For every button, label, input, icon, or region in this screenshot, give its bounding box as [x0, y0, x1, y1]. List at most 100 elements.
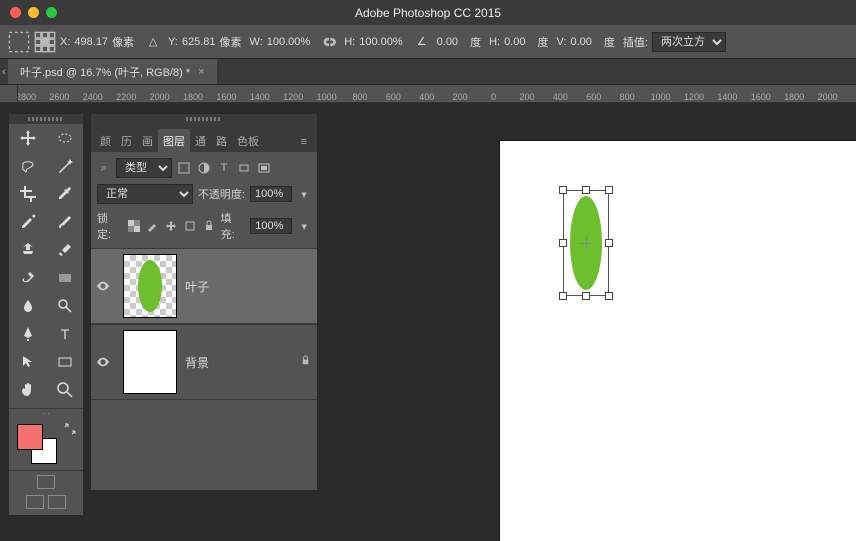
zoom-window-button[interactable]: [46, 7, 57, 18]
magic-wand-tool[interactable]: [46, 152, 83, 180]
handle-top-right[interactable]: [605, 186, 613, 194]
lock-icon[interactable]: [293, 355, 317, 369]
lock-artboard-icon[interactable]: [183, 219, 197, 233]
layer-filter-select[interactable]: 类型: [116, 158, 172, 178]
reference-point-icon[interactable]: [34, 32, 56, 52]
handle-bottom-left[interactable]: [559, 292, 567, 300]
horizontal-ruler[interactable]: 2800260024002200200018001600140012001000…: [0, 85, 856, 103]
angle-value[interactable]: 0.00: [437, 36, 458, 48]
pen-tool[interactable]: [9, 320, 46, 348]
fill-input[interactable]: [250, 218, 292, 234]
type-tool[interactable]: T: [46, 320, 83, 348]
blend-mode-select[interactable]: 正常: [97, 184, 193, 204]
handle-middle-right[interactable]: [605, 239, 613, 247]
eraser-tool[interactable]: [9, 264, 46, 292]
screen-mode-buttons: [9, 495, 83, 515]
panel-tab[interactable]: 颜: [95, 129, 116, 152]
opacity-input[interactable]: [250, 186, 292, 202]
brush-tool[interactable]: [46, 208, 83, 236]
blur-tool[interactable]: [9, 292, 46, 320]
marquee-tool[interactable]: [46, 124, 83, 152]
handle-bottom-middle[interactable]: [582, 292, 590, 300]
panel-tab[interactable]: 历: [116, 129, 137, 152]
lock-image-icon[interactable]: [145, 219, 159, 233]
transform-tool-icon[interactable]: [8, 32, 30, 52]
handle-middle-left[interactable]: [559, 239, 567, 247]
y-value[interactable]: 625.81: [182, 36, 216, 48]
document-tab-bar: ‹ 叶子.psd @ 16.7% (叶子, RGB/8) * ×: [0, 59, 856, 85]
layer-name-label[interactable]: 叶子: [185, 278, 293, 295]
layer-list-empty[interactable]: [91, 400, 317, 490]
gradient-tool[interactable]: [46, 264, 83, 292]
path-selection-tool[interactable]: [9, 348, 46, 376]
filter-pixel-icon[interactable]: [177, 161, 191, 175]
handle-top-middle[interactable]: [582, 186, 590, 194]
filter-shape-icon[interactable]: [237, 161, 251, 175]
panel-tab[interactable]: 色板: [232, 129, 264, 152]
panel-tab[interactable]: 通: [190, 129, 211, 152]
layer-thumbnail[interactable]: [123, 330, 177, 394]
lock-transparency-icon[interactable]: [127, 219, 141, 233]
screen-mode-button[interactable]: [26, 495, 44, 509]
layer-name-label[interactable]: 背景: [185, 354, 293, 371]
screen-mode-button-2[interactable]: [48, 495, 66, 509]
color-swatches: [9, 418, 83, 470]
layers-panel-grip[interactable]: [91, 114, 317, 124]
move-tool[interactable]: [9, 124, 46, 152]
standard-mode-button[interactable]: [37, 475, 55, 489]
layer-thumbnail[interactable]: [123, 254, 177, 318]
sv-value[interactable]: 0.00: [570, 36, 591, 48]
sh-value[interactable]: 0.00: [504, 36, 525, 48]
transform-selection[interactable]: [563, 190, 609, 296]
dodge-tool[interactable]: [46, 292, 83, 320]
h-value[interactable]: 100.00%: [359, 36, 402, 48]
handle-top-left[interactable]: [559, 186, 567, 194]
layer-row[interactable]: 背景: [91, 324, 317, 400]
lasso-tool[interactable]: [9, 152, 46, 180]
layer-row[interactable]: 叶子: [91, 248, 317, 324]
w-value[interactable]: 100.00%: [267, 36, 310, 48]
visibility-toggle-icon[interactable]: [91, 279, 115, 293]
minimize-window-button[interactable]: [28, 7, 39, 18]
panel-menu-icon[interactable]: ≡: [295, 132, 313, 152]
chevron-down-icon[interactable]: ▾: [297, 219, 311, 233]
clone-stamp-tool[interactable]: [9, 236, 46, 264]
interpolation-select[interactable]: 两次立方: [652, 32, 726, 52]
angle-icon: ∠: [411, 32, 433, 52]
ruler-origin[interactable]: [0, 85, 18, 103]
zoom-tool[interactable]: [46, 376, 83, 404]
panel-tab[interactable]: 路: [211, 129, 232, 152]
artboard[interactable]: [500, 141, 856, 541]
document-tab[interactable]: 叶子.psd @ 16.7% (叶子, RGB/8) * ×: [8, 59, 217, 84]
workspace: T ⋯ 颜历画图层通路色板≡ ⌕ 类型: [0, 103, 856, 531]
panel-tab[interactable]: 图层: [158, 129, 190, 152]
filter-type-icon[interactable]: T: [217, 161, 231, 175]
rectangle-tool[interactable]: [46, 348, 83, 376]
history-brush-tool[interactable]: [46, 236, 83, 264]
crop-tool[interactable]: [9, 180, 46, 208]
visibility-toggle-icon[interactable]: [91, 355, 115, 369]
x-value[interactable]: 498.17: [74, 36, 108, 48]
filter-adjustment-icon[interactable]: [197, 161, 211, 175]
link-icon[interactable]: [318, 32, 340, 52]
tools-panel-grip[interactable]: [9, 114, 83, 124]
chevron-down-icon[interactable]: ▾: [297, 187, 311, 201]
lock-all-icon[interactable]: [202, 219, 216, 233]
delta-icon[interactable]: △: [142, 32, 164, 52]
close-tab-icon[interactable]: ×: [198, 66, 204, 78]
close-window-button[interactable]: [10, 7, 21, 18]
reference-point-marker[interactable]: [579, 236, 593, 250]
handle-bottom-right[interactable]: [605, 292, 613, 300]
lock-position-icon[interactable]: [164, 219, 178, 233]
lock-label: 锁定:: [97, 210, 122, 242]
foreground-color[interactable]: [17, 424, 43, 450]
ruler-tick: 1200: [283, 92, 303, 102]
hand-tool[interactable]: [9, 376, 46, 404]
tab-scroll-left[interactable]: ‹: [0, 66, 8, 78]
interpolation-group: 插值: 两次立方: [623, 32, 726, 52]
filter-smart-icon[interactable]: [257, 161, 271, 175]
eyedropper-tool[interactable]: [46, 180, 83, 208]
swap-colors-icon[interactable]: [63, 422, 77, 436]
healing-brush-tool[interactable]: [9, 208, 46, 236]
panel-tab[interactable]: 画: [137, 129, 158, 152]
